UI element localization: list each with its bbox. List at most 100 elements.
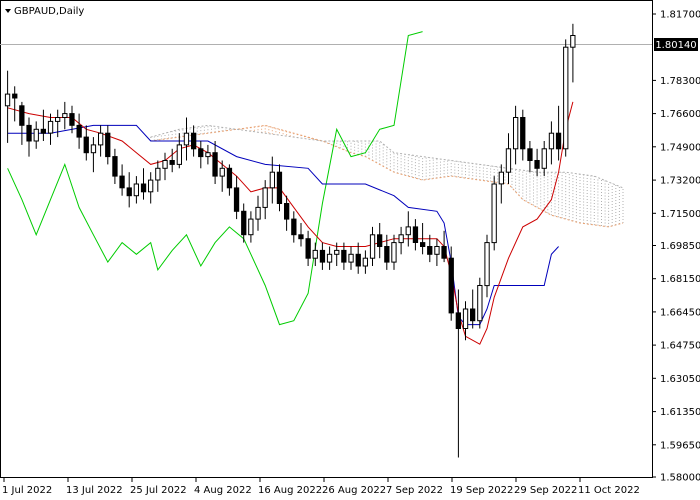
- chart-background: [0, 0, 700, 500]
- candle-body: [355, 253, 361, 267]
- candle-body: [298, 234, 304, 240]
- candle-body: [76, 124, 82, 138]
- candle-body: [541, 148, 547, 169]
- candle-body: [119, 175, 125, 189]
- x-tick-label: 29 Sep 2022: [514, 485, 577, 496]
- candle-body: [391, 242, 397, 263]
- candle-body: [291, 218, 297, 236]
- y-tick-label: 1.81700: [660, 10, 700, 21]
- y-axis: 1.81700 1.78300 1.76600 1.74900 1.73200 1.715…: [652, 10, 700, 484]
- candle-body: [448, 257, 454, 314]
- x-tick-label: 25 Jul 2022: [130, 485, 187, 496]
- candle-body: [12, 93, 18, 99]
- candle-body: [326, 253, 333, 263]
- candle-body: [441, 246, 447, 259]
- candle-body: [62, 113, 68, 118]
- candle-body: [555, 132, 562, 150]
- candle-body: [455, 312, 462, 329]
- candle-body: [548, 132, 555, 150]
- candle-body: [140, 183, 147, 193]
- candle-body: [198, 148, 204, 158]
- x-tick-label: 26 Aug 2022: [322, 485, 386, 496]
- candle-body: [40, 128, 47, 134]
- candle-body: [563, 46, 569, 150]
- candle-body: [248, 218, 254, 236]
- candle-body: [47, 120, 54, 134]
- candle-body: [183, 132, 190, 146]
- y-tick-label: 1.63050: [660, 374, 700, 385]
- candle-body: [362, 257, 369, 267]
- candle-body: [505, 148, 512, 173]
- candle-body: [348, 253, 354, 263]
- x-tick-label: 13 Jul 2022: [66, 485, 123, 496]
- y-tick-label: 1.71500: [660, 209, 700, 220]
- y-tick-label: 1.64750: [660, 341, 700, 352]
- candle-body: [477, 285, 483, 322]
- x-tick-label: 4 Aug 2022: [194, 485, 252, 496]
- x-tick-label: 19 Sep 2022: [450, 485, 513, 496]
- candle-body: [534, 160, 540, 169]
- y-tick-label: 1.59650: [660, 440, 700, 451]
- candle-body: [219, 167, 225, 177]
- candle-body: [498, 171, 505, 185]
- candle: [563, 39, 569, 157]
- candle-body: [169, 160, 175, 165]
- candle-body: [570, 35, 576, 48]
- candle: [491, 176, 497, 251]
- x-tick-label: 1 Jul 2022: [2, 485, 52, 496]
- candle-body: [105, 132, 111, 158]
- chart-root: 1.81700 1.78300 1.76600 1.74900 1.73200 1.715…: [0, 0, 700, 500]
- candle-body: [126, 187, 132, 197]
- candle-body: [384, 246, 390, 263]
- y-tick-label: 1.66450: [660, 307, 700, 318]
- candle-body: [226, 167, 233, 189]
- current-price-tag: 1.80140: [654, 38, 698, 51]
- chart-title: GBPAUD,Daily: [14, 6, 84, 17]
- y-tick-label: 1.69850: [660, 241, 700, 252]
- candle-body: [269, 171, 276, 189]
- candle-body: [148, 179, 154, 193]
- candle-body: [276, 171, 283, 204]
- current-price-label: 1.80140: [655, 40, 696, 51]
- candle-body: [334, 249, 340, 255]
- candle-body: [398, 234, 404, 244]
- candle-body: [284, 203, 290, 220]
- candle-body: [305, 238, 311, 259]
- y-tick-label: 1.61350: [660, 407, 700, 418]
- y-tick-label: 1.73200: [660, 176, 700, 187]
- x-tick-label: 7 Sep 2022: [386, 485, 443, 496]
- candle-body: [133, 183, 139, 197]
- candle-body: [98, 132, 104, 146]
- candle-body: [262, 187, 268, 208]
- candle-body: [377, 234, 383, 248]
- candle-body: [90, 144, 97, 154]
- candle-body: [4, 93, 11, 107]
- candle-body: [434, 246, 440, 255]
- candle-body: [112, 156, 118, 177]
- candle-body: [241, 210, 247, 236]
- candle-body: [33, 128, 39, 142]
- candle-body: [69, 113, 75, 126]
- ichimoku-chart: 1.81700 1.78300 1.76600 1.74900 1.73200 1.715…: [0, 0, 700, 500]
- candle-body: [527, 148, 533, 162]
- candle-body: [255, 206, 261, 220]
- candle-body: [341, 249, 347, 263]
- y-tick-label: 1.58000: [660, 473, 700, 484]
- candle-body: [26, 124, 32, 142]
- y-tick-label: 1.68150: [660, 274, 700, 285]
- candle-body: [319, 249, 326, 263]
- candle-body: [19, 105, 25, 126]
- candle-body: [412, 226, 419, 243]
- candle-body: [176, 144, 182, 165]
- candle-body: [484, 242, 490, 287]
- x-tick-label: 16 Aug 2022: [258, 485, 322, 496]
- candle-body: [462, 308, 469, 329]
- candle-body: [191, 132, 197, 150]
- candle-body: [162, 160, 168, 169]
- candle-body: [369, 234, 376, 259]
- candle: [477, 277, 483, 329]
- candle-body: [470, 308, 476, 322]
- candle-body: [491, 183, 497, 244]
- candle-body: [520, 117, 526, 150]
- y-tick-label: 1.76600: [660, 109, 700, 120]
